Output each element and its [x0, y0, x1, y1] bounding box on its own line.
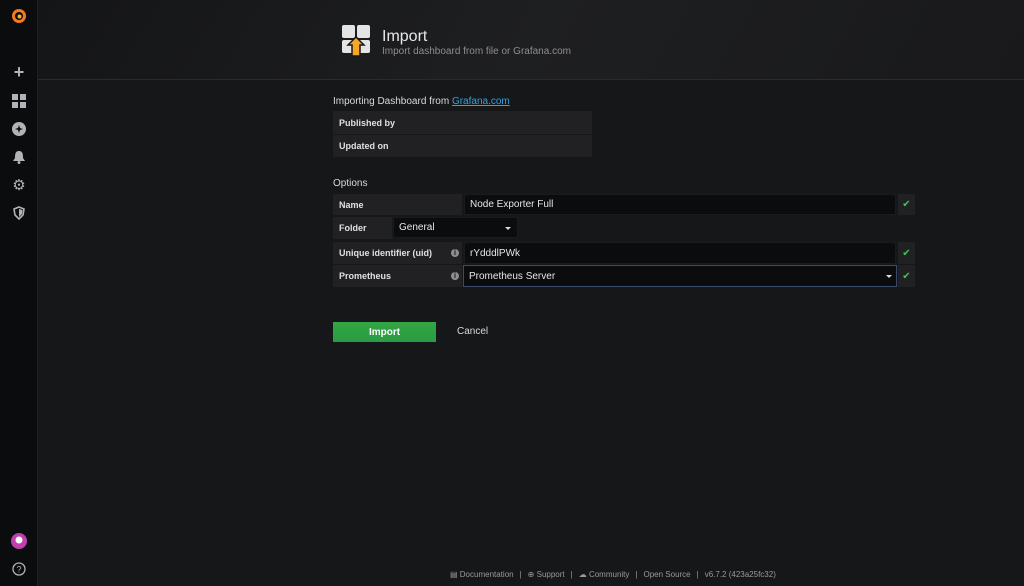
- import-dashboard-icon: [342, 25, 370, 60]
- name-input[interactable]: Node Exporter Full: [464, 194, 896, 215]
- separator: |: [570, 570, 573, 579]
- prometheus-label: Prometheus i: [333, 265, 462, 287]
- prometheus-select[interactable]: Prometheus Server: [463, 265, 897, 287]
- info-icon[interactable]: i: [451, 249, 459, 257]
- grafana-logo-icon[interactable]: [9, 6, 29, 26]
- bell-icon[interactable]: [9, 147, 29, 167]
- support-label: Support: [536, 570, 565, 579]
- svg-text:?: ?: [16, 565, 21, 575]
- help-icon[interactable]: ?: [9, 559, 29, 579]
- open-source-link[interactable]: Open Source: [643, 570, 690, 579]
- published-by-label: Published by: [339, 117, 396, 128]
- support-link[interactable]: ⊕ Support: [528, 570, 565, 579]
- import-button[interactable]: Import: [333, 322, 436, 342]
- documentation-link[interactable]: ▤ Documentation: [450, 570, 514, 579]
- info-icon[interactable]: i: [451, 272, 459, 280]
- gear-icon[interactable]: ⚙: [9, 175, 29, 195]
- cancel-button[interactable]: Cancel: [457, 326, 488, 337]
- folder-select[interactable]: General: [393, 217, 518, 238]
- footer: ▤ Documentation | ⊕ Support | ☁ Communit…: [450, 570, 776, 579]
- explore-icon[interactable]: [9, 119, 29, 139]
- updated-on-row: Updated on: [333, 135, 592, 157]
- folder-label: Folder: [333, 217, 392, 239]
- import-source: Importing Dashboard from Grafana.com: [333, 96, 510, 107]
- page-subtitle: Import dashboard from file or Grafana.co…: [382, 46, 571, 57]
- name-label-text: Name: [339, 199, 364, 210]
- prometheus-label-text: Prometheus: [339, 271, 392, 281]
- uid-label-text: Unique identifier (uid): [339, 248, 432, 258]
- dashboards-icon[interactable]: [9, 91, 29, 111]
- uid-label: Unique identifier (uid) i: [333, 242, 462, 264]
- separator: |: [635, 570, 638, 579]
- prometheus-valid-check-icon: ✔: [898, 265, 915, 287]
- version-label: v6.7.2 (423a25fc32): [704, 570, 776, 579]
- folder-label-text: Folder: [339, 223, 367, 233]
- name-valid-check-icon: ✔: [898, 194, 915, 215]
- options-heading: Options: [333, 178, 368, 189]
- grafana-com-link[interactable]: Grafana.com: [452, 96, 510, 107]
- page-header: [38, 0, 1024, 80]
- documentation-label: Documentation: [459, 570, 514, 579]
- uid-input[interactable]: rYdddlPWk: [464, 242, 896, 264]
- updated-on-label: Updated on: [339, 141, 389, 151]
- name-label: Name: [333, 194, 462, 215]
- prometheus-select-value: Prometheus Server: [469, 270, 556, 282]
- page-title: Import: [382, 28, 428, 45]
- plus-icon[interactable]: +: [9, 62, 29, 82]
- user-avatar-icon[interactable]: [9, 531, 29, 551]
- community-label: Community: [588, 570, 630, 579]
- separator: |: [696, 570, 699, 579]
- sidebar: + ⚙ ?: [0, 0, 38, 586]
- community-link[interactable]: ☁ Community: [579, 570, 630, 579]
- shield-icon[interactable]: [9, 203, 29, 223]
- published-by-row: Published by: [333, 111, 592, 134]
- import-source-prefix: Importing Dashboard from: [333, 96, 450, 107]
- chevron-down-icon: [886, 275, 892, 278]
- uid-valid-check-icon: ✔: [898, 242, 915, 264]
- separator: |: [519, 570, 522, 579]
- chevron-down-icon: [505, 227, 511, 230]
- folder-select-value: General: [399, 222, 435, 233]
